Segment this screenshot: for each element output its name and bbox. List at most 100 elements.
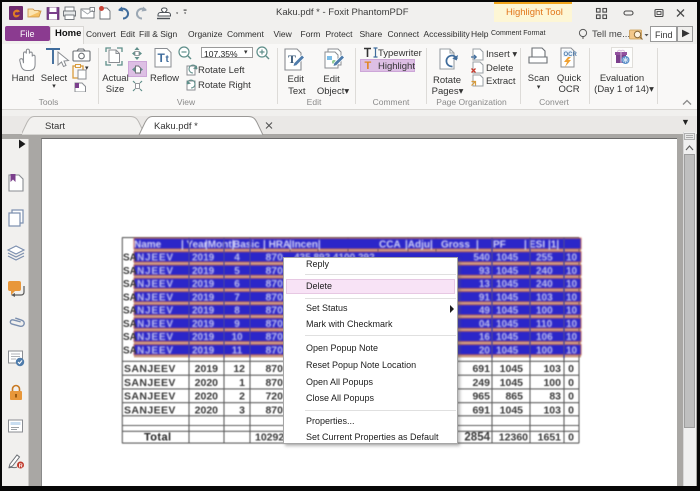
svg-text:2854: 2854 [464, 432, 490, 444]
svg-text:2: 2 [239, 391, 245, 403]
svg-text:13: 13 [479, 279, 491, 290]
svg-text:870: 870 [265, 331, 283, 343]
svg-text:870: 870 [265, 377, 283, 389]
svg-text:2019: 2019 [192, 345, 215, 356]
svg-text:1045: 1045 [496, 292, 519, 303]
svg-text:10: 10 [566, 266, 578, 277]
svg-text:10: 10 [566, 292, 578, 303]
svg-text:| Year: | Year [181, 240, 208, 251]
svg-text:1045: 1045 [496, 345, 519, 356]
svg-text:10: 10 [566, 279, 578, 290]
svg-text:870: 870 [265, 363, 283, 375]
svg-text:240: 240 [536, 279, 553, 290]
svg-text:103: 103 [543, 363, 561, 375]
svg-text:2019: 2019 [192, 319, 215, 330]
svg-text:965: 965 [472, 391, 490, 403]
svg-text:SA: SA [123, 306, 137, 317]
svg-text:1045: 1045 [496, 266, 519, 277]
svg-text:8: 8 [234, 306, 240, 317]
svg-text:SA: SA [123, 319, 137, 330]
svg-text:SA: SA [123, 266, 137, 277]
svg-text:SANJEEV: SANJEEV [124, 377, 176, 389]
svg-text:870: 870 [265, 404, 283, 416]
svg-text:106: 106 [536, 332, 553, 343]
svg-text:870: 870 [265, 318, 283, 330]
svg-text:691: 691 [472, 363, 490, 375]
svg-text:0: 0 [568, 404, 574, 416]
svg-text:Gross: Gross [441, 240, 470, 251]
svg-text:1: 1 [239, 377, 245, 389]
svg-text:870: 870 [265, 291, 283, 303]
svg-text:100: 100 [543, 377, 561, 389]
svg-text:93: 93 [479, 266, 491, 277]
svg-text:870: 870 [265, 344, 283, 356]
svg-text:SANJEEV: SANJEEV [124, 363, 176, 375]
svg-text:Name: Name [134, 240, 162, 251]
svg-text:CCA: CCA [379, 240, 401, 251]
svg-text:1045: 1045 [496, 332, 519, 343]
svg-text:100: 100 [536, 306, 553, 317]
svg-text:255: 255 [536, 253, 553, 264]
svg-text:870: 870 [265, 305, 283, 317]
svg-text:SANJEEV: SANJEEV [124, 404, 176, 416]
svg-text:ESI: ESI [529, 240, 545, 251]
svg-text:SA: SA [123, 332, 137, 343]
svg-text:0: 0 [568, 377, 574, 389]
svg-text:1045: 1045 [500, 363, 524, 375]
svg-text:10: 10 [566, 306, 578, 317]
svg-text:2019: 2019 [192, 292, 215, 303]
svg-text:5: 5 [234, 266, 240, 277]
svg-text:Basic: Basic [233, 240, 260, 251]
svg-text:SA: SA [123, 279, 137, 290]
svg-text:249: 249 [472, 377, 490, 389]
svg-text:49: 49 [479, 306, 491, 317]
svg-text:12360: 12360 [499, 432, 528, 444]
svg-text:16: 16 [479, 332, 491, 343]
svg-text:0: 0 [568, 432, 574, 444]
svg-text:1045: 1045 [496, 319, 519, 330]
svg-text:870: 870 [265, 278, 283, 290]
svg-text:04: 04 [479, 319, 491, 330]
svg-text:1045: 1045 [496, 253, 519, 264]
svg-text:9: 9 [234, 319, 240, 330]
svg-text:870: 870 [265, 252, 283, 264]
svg-text:0: 0 [568, 363, 574, 375]
svg-text:2020: 2020 [195, 404, 219, 416]
svg-text:2020: 2020 [195, 377, 219, 389]
svg-text:10: 10 [566, 345, 578, 356]
svg-text:NJEEV: NJEEV [137, 292, 174, 303]
svg-text:10: 10 [566, 253, 578, 264]
svg-text:1045: 1045 [496, 279, 519, 290]
svg-text:110: 110 [536, 319, 553, 330]
svg-text:0: 0 [568, 391, 574, 403]
svg-text:12: 12 [233, 363, 245, 375]
svg-text:| HRA: | HRA [263, 240, 290, 251]
svg-text:NJEEV: NJEEV [137, 332, 174, 343]
svg-text:540: 540 [473, 253, 490, 264]
svg-text:11: 11 [232, 345, 243, 356]
svg-text:Total: Total [144, 432, 171, 444]
svg-text:691: 691 [472, 404, 490, 416]
svg-text:240: 240 [536, 266, 553, 277]
svg-text:2019: 2019 [192, 266, 215, 277]
svg-text:7: 7 [234, 292, 240, 303]
svg-text:1045: 1045 [496, 306, 519, 317]
svg-text:NJEEV: NJEEV [137, 279, 174, 290]
svg-text:2019: 2019 [195, 363, 219, 375]
svg-text:SA: SA [123, 345, 137, 356]
svg-text:10: 10 [566, 332, 578, 343]
svg-text:SANJEEV: SANJEEV [124, 391, 176, 403]
svg-text:1651: 1651 [538, 432, 562, 444]
svg-text:2019: 2019 [192, 279, 215, 290]
svg-text:83: 83 [549, 391, 561, 403]
svg-text:20: 20 [479, 345, 491, 356]
svg-text:|1|: |1| [548, 240, 559, 251]
svg-text:100: 100 [536, 345, 553, 356]
svg-text:870: 870 [265, 265, 283, 277]
svg-text:2019: 2019 [192, 253, 215, 264]
svg-text:|Adju|: |Adju| [405, 240, 433, 251]
svg-text:10: 10 [566, 319, 578, 330]
svg-text:NJEEV: NJEEV [137, 253, 174, 264]
svg-text:1045: 1045 [500, 377, 524, 389]
svg-text:NJEEV: NJEEV [137, 266, 174, 277]
